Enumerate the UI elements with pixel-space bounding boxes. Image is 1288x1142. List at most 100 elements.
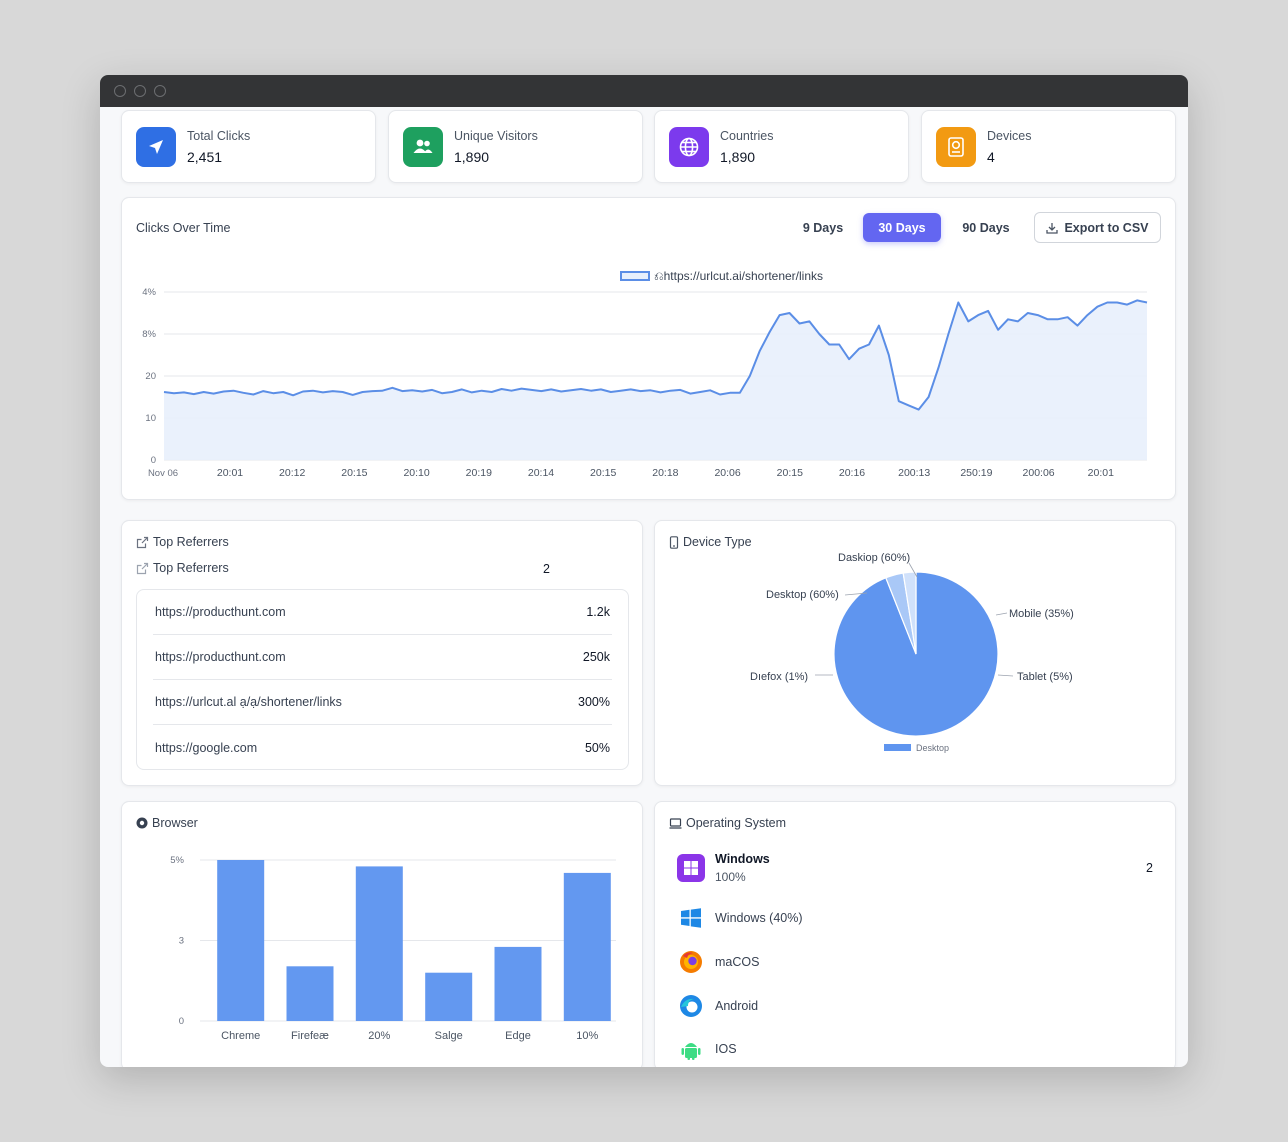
stat-value: 4 [987, 148, 995, 165]
range-9-days-button[interactable]: 9 Days [788, 213, 858, 242]
windows-logo-icon [677, 904, 705, 932]
bar[interactable] [355, 866, 403, 1021]
stat-label: Devices [987, 128, 1032, 143]
x-tick-label: 20:19 [466, 467, 492, 479]
referrer-row[interactable]: https://urlcut.al ạ/ạ/shortener/links 300… [153, 680, 612, 725]
referrer-value: 50% [584, 740, 610, 755]
stat-label: Total Clicks [187, 128, 251, 143]
send-icon [136, 126, 176, 167]
referrer-value: 250k [582, 650, 610, 664]
os-label: maCOS [715, 955, 760, 969]
referrers-title: Top Referrers [153, 535, 229, 549]
x-tick-label: 20:06 [714, 467, 740, 479]
referrer-url[interactable]: https://producthunt.com [155, 650, 286, 664]
export-label: Export to CSV [1064, 220, 1149, 235]
stat-value: 2,451 [187, 148, 223, 165]
callout-line [995, 612, 1008, 616]
os-item-windows-40[interactable]: Windows (40%) [677, 904, 803, 932]
x-tick-label: 20:01 [1088, 467, 1114, 479]
browser-card: Browser 0 3 5% Chreme Firefeæ 20% Salge Edge 10… [121, 801, 643, 1067]
export-csv-button[interactable]: Export to CSV [1034, 212, 1161, 243]
edge-icon [677, 992, 705, 1020]
x-tick-label: 20:15 [590, 467, 616, 479]
legend-label[interactable]: ⎌https://urlcut.ai/shortener/links [654, 269, 823, 283]
referrer-row[interactable]: https://producthunt.com 1.2k [153, 590, 612, 635]
referrers-count: 2 [543, 562, 550, 576]
referrer-url[interactable]: https://urlcut.al ạ/ạ/shortener/links [155, 695, 342, 709]
os-item-ios[interactable]: IOS [677, 1035, 737, 1063]
clicks-line-chart: 0 10 20 8% 4% Nov 06 20:01 20:12 20:15 20:10 20:1… [142, 269, 1148, 479]
x-tick-label: 200:06 [1023, 467, 1055, 479]
x-category-label: Chreme [221, 1030, 260, 1042]
x-tick-label: 200:13 [898, 467, 930, 479]
os-item-android[interactable]: Android [677, 992, 758, 1020]
referrer-row[interactable]: https://google.com 50% [153, 725, 612, 770]
laptop-icon [669, 817, 682, 829]
os-label: Windows [715, 852, 770, 866]
device-pie-chart: Daskiop (60%) Desktop (60%) Dıefox (1%) … [750, 552, 1074, 753]
external-link-icon [136, 536, 149, 548]
referrers-subtitle: Top Referrers [153, 561, 229, 575]
referrer-row[interactable]: https://producthunt.com 250k [153, 635, 612, 680]
chart-title: Clicks Over Time [136, 221, 231, 235]
pie-legend-swatch [884, 744, 911, 751]
window-titlebar [100, 75, 1188, 107]
referrer-url[interactable]: https://producthunt.com [155, 605, 286, 619]
y-axis-ticks: 0 10 20 8% 4% [142, 287, 156, 466]
series-area [164, 300, 1147, 460]
x-category-label: 10% [576, 1030, 598, 1042]
external-link-icon [136, 562, 149, 574]
referrers-list: https://producthunt.com 1.2k https://prod… [136, 589, 629, 770]
y-tick-label: 4% [142, 287, 156, 298]
y-tick-label: 20 [145, 371, 156, 382]
x-tick-label: 20:16 [839, 467, 865, 479]
os-label: IOS [715, 1042, 737, 1056]
os-heading: Operating System [669, 816, 786, 830]
bar[interactable] [286, 966, 334, 1021]
device-type-card: Device Type Daskiop (60%) Desktop (60%) … [654, 520, 1176, 786]
os-item-windows[interactable]: Windows 100% [677, 852, 770, 884]
android-icon [677, 1035, 705, 1063]
bar[interactable] [425, 972, 473, 1021]
y-tick-label: 3 [179, 936, 184, 947]
pie-callout-label: Tablet (5%) [1017, 671, 1073, 683]
x-tick-label: 20:15 [341, 467, 367, 479]
stat-card-countries: Countries 1,890 [654, 110, 909, 183]
globe-icon [669, 126, 709, 167]
stat-value: 1,890 [454, 148, 490, 165]
range-30-days-button[interactable]: 30 Days [863, 213, 941, 242]
range-90-days-button[interactable]: 90 Days [951, 213, 1021, 242]
y-tick-label: 5% [170, 855, 184, 866]
y-tick-label: 8% [142, 329, 156, 340]
x-category-label: 20% [368, 1030, 390, 1042]
app-window: Total Clicks 2,451 Unique Visitors 1,890… [100, 75, 1188, 1067]
users-icon [403, 126, 443, 167]
bar[interactable] [494, 946, 542, 1021]
stat-value: 1,890 [720, 148, 756, 165]
pie-callout-label: Desktop (60%) [766, 589, 839, 601]
x-category-label: Salge [435, 1030, 463, 1042]
stat-card-total-clicks: Total Clicks 2,451 [121, 110, 376, 183]
legend-swatch [620, 271, 650, 281]
x-tick-label: 20:01 [217, 467, 243, 479]
close-window-button[interactable] [114, 85, 126, 97]
x-tick-label: 250:19 [960, 467, 992, 479]
pie-callout-label: Mobile (35%) [1009, 608, 1074, 620]
x-tick-label: 20:18 [652, 467, 678, 479]
referrer-url[interactable]: https://google.com [155, 741, 257, 755]
referrers-heading: Top Referrers [136, 535, 229, 549]
minimize-window-button[interactable] [134, 85, 146, 97]
referrer-value: 300% [578, 695, 610, 709]
maximize-window-button[interactable] [154, 85, 166, 97]
os-item-macos[interactable]: maCOS [677, 948, 759, 976]
operating-system-card: Operating System 2 Windows 100% Windows … [654, 801, 1176, 1067]
pie-legend-label[interactable]: Desktop [916, 743, 949, 753]
stat-card-unique-visitors: Unique Visitors 1,890 [388, 110, 643, 183]
y-tick-label: 0 [151, 455, 156, 466]
x-category-label: Edge [505, 1030, 531, 1042]
pie-callout-label: Daskiop (60%) [838, 552, 910, 564]
stat-label: Countries [720, 128, 774, 143]
x-axis-ticks: Nov 06 20:01 20:12 20:15 20:10 20:19 20:14 20:1… [148, 467, 1114, 479]
bar[interactable] [217, 860, 265, 1021]
bar[interactable] [563, 872, 611, 1021]
